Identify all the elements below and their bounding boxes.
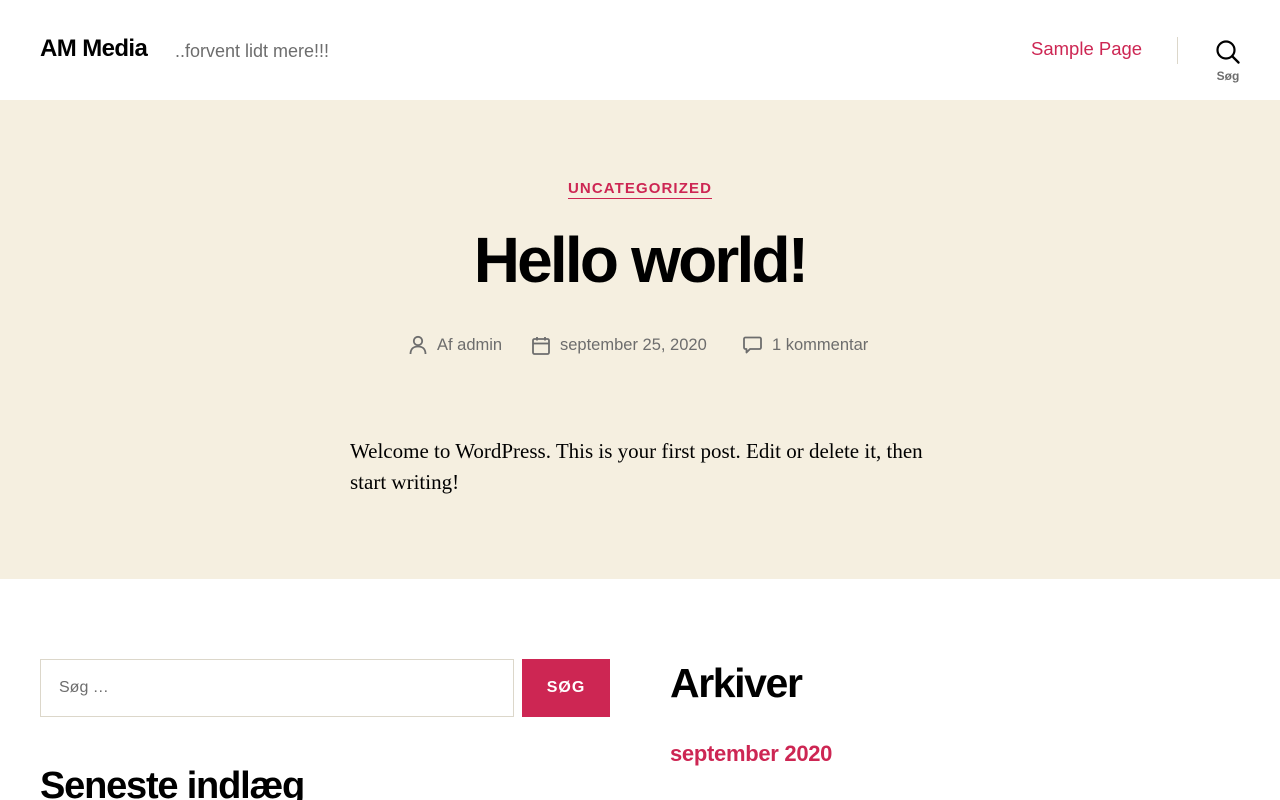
site-header: AM Media ..forvent lidt mere!!! Sample P… xyxy=(0,0,1280,100)
search-toggle-button[interactable]: Søg xyxy=(1200,34,1256,90)
calendar-icon xyxy=(532,336,550,355)
search-submit-button[interactable]: SØG xyxy=(522,659,610,717)
post-title: Hello world! xyxy=(473,224,809,296)
category-link[interactable]: UNCATEGORIZED xyxy=(567,180,713,199)
recent-posts-title: Seneste indlæg xyxy=(40,765,305,800)
post-categories: UNCATEGORIZED xyxy=(0,180,1280,199)
site-title[interactable]: AM Media xyxy=(40,35,148,63)
search-toggle-label: Søg xyxy=(1216,69,1240,83)
user-icon xyxy=(409,335,427,355)
search-input[interactable] xyxy=(40,659,514,717)
post-date: september 25, 2020 xyxy=(532,334,707,356)
post-author-link[interactable]: Af admin xyxy=(437,336,502,355)
post-content: Welcome to WordPress. This is your first… xyxy=(350,439,923,494)
archive-link-september-2020[interactable]: september 2020 xyxy=(670,741,832,767)
search-icon xyxy=(1216,40,1240,64)
post-date-link[interactable]: september 25, 2020 xyxy=(560,336,707,355)
nav-divider xyxy=(1177,37,1178,64)
post-comments-link[interactable]: 1 kommentar xyxy=(772,336,868,355)
entry-header: UNCATEGORIZED Hello world! Af admin sept… xyxy=(0,100,1280,579)
comment-icon xyxy=(743,336,762,354)
post-author: Af admin xyxy=(409,334,502,356)
archives-title: Arkiver xyxy=(670,660,803,706)
post-comments: 1 kommentar xyxy=(743,334,868,356)
nav-item-sample-page[interactable]: Sample Page xyxy=(1031,38,1142,60)
site-description: ..forvent lidt mere!!! xyxy=(175,41,330,61)
